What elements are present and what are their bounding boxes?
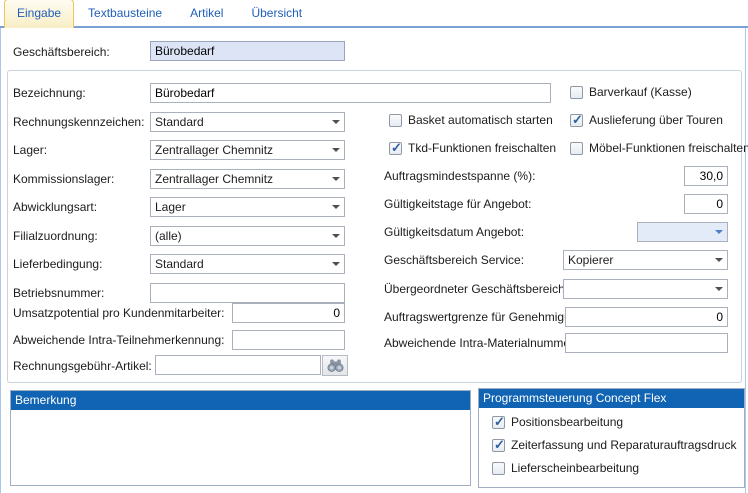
checkbox-box[interactable] xyxy=(492,462,505,475)
tab-uebersicht[interactable]: Übersicht xyxy=(237,0,316,26)
geschaeftsbereich-input[interactable] xyxy=(150,41,345,61)
checkbox-auslieferung-touren[interactable]: Auslieferung über Touren xyxy=(570,113,723,127)
bemerkung-header: Bemerkung xyxy=(11,391,470,410)
combo-value: Standard xyxy=(151,115,328,129)
tab-textbausteine[interactable]: Textbausteine xyxy=(74,0,176,26)
intra-teilnehmerkennung-input[interactable] xyxy=(232,330,345,350)
lager-label: Lager: xyxy=(13,143,47,157)
combo-value: (alle) xyxy=(151,229,328,243)
combo-value: Zentrallager Chemnitz xyxy=(151,172,328,186)
rechnungskennzeichen-combo[interactable]: Standard xyxy=(150,112,345,132)
right-border-line xyxy=(745,28,746,493)
checkbox-zeiterfassung[interactable]: Zeiterfassung und Reparaturauftragsdruck xyxy=(492,438,736,452)
tab-strip: Eingabe Textbausteine Artikel Übersicht xyxy=(0,0,748,28)
checkbox-label: Barverkauf (Kasse) xyxy=(589,85,692,99)
chevron-down-icon[interactable] xyxy=(711,251,727,269)
rechnungskennzeichen-label: Rechnungskennzeichen: xyxy=(13,115,144,129)
checkbox-box[interactable] xyxy=(570,86,583,99)
checkbox-positionsbearbeitung[interactable]: Positionsbearbeitung xyxy=(492,415,623,429)
gueltigkeitstage-label: Gültigkeitstage für Angebot: xyxy=(384,197,531,211)
filialzuordnung-label: Filialzuordnung: xyxy=(13,229,98,243)
binoculars-icon xyxy=(327,359,344,372)
rechnungsgebuehr-artikel-label: Rechnungsgebühr-Artikel: xyxy=(13,359,152,373)
checkbox-label: Auslieferung über Touren xyxy=(589,113,723,127)
checkbox-box[interactable] xyxy=(570,114,583,127)
checkbox-label: Lieferscheinbearbeitung xyxy=(511,461,639,475)
intra-teilnehmerkennung-label: Abweichende Intra-Teilnehmerkennung: xyxy=(13,333,224,347)
intra-materialnummer-input[interactable] xyxy=(565,333,728,353)
checkbox-label: Positionsbearbeitung xyxy=(511,415,623,429)
umsatzpotential-input[interactable] xyxy=(232,303,345,323)
checkbox-label: Basket automatisch starten xyxy=(408,113,553,127)
chevron-down-icon[interactable] xyxy=(328,255,344,273)
combo-value: Lager xyxy=(151,200,328,214)
combo-value: Zentrallager Chemnitz xyxy=(151,143,328,157)
checkbox-basket-automatisch[interactable]: Basket automatisch starten xyxy=(389,113,553,127)
tab-artikel[interactable]: Artikel xyxy=(176,0,237,26)
geschaeftsbereich-label: Geschäftsbereich: xyxy=(13,45,110,59)
bemerkung-content[interactable] xyxy=(11,410,470,485)
checkbox-box[interactable] xyxy=(570,142,583,155)
auftragswertgrenze-input[interactable] xyxy=(565,307,728,327)
checkbox-box[interactable] xyxy=(389,142,402,155)
abwicklungsart-combo[interactable]: Lager xyxy=(150,197,345,217)
betriebsnummer-label: Betriebsnummer: xyxy=(13,286,104,300)
combo-value: Kopierer xyxy=(564,253,711,267)
betriebsnummer-input[interactable] xyxy=(150,283,345,303)
lager-combo[interactable]: Zentrallager Chemnitz xyxy=(150,140,345,160)
checkbox-label: Zeiterfassung und Reparaturauftragsdruck xyxy=(511,438,736,452)
lieferbedingung-combo[interactable]: Standard xyxy=(150,254,345,274)
kommissionslager-combo[interactable]: Zentrallager Chemnitz xyxy=(150,169,345,189)
uebergeordneter-geschaeftsbereich-combo[interactable] xyxy=(563,279,728,299)
intra-materialnummer-label: Abweichende Intra-Materialnummer: xyxy=(384,336,577,350)
auftragsmindestspanne-label: Auftragsmindestspanne (%): xyxy=(384,169,535,183)
kommissionslager-label: Kommissionslager: xyxy=(13,172,114,186)
auftragsmindestspanne-input[interactable] xyxy=(684,166,728,186)
chevron-down-icon[interactable] xyxy=(328,227,344,245)
gueltigkeitsdatum-combo[interactable] xyxy=(637,222,728,242)
lieferbedingung-label: Lieferbedingung: xyxy=(13,257,102,271)
chevron-down-icon[interactable] xyxy=(711,280,727,298)
umsatzpotential-label: Umsatzpotential pro Kundenmitarbeiter: xyxy=(13,306,224,320)
checkbox-barverkauf[interactable]: Barverkauf (Kasse) xyxy=(570,85,692,99)
chevron-down-icon[interactable] xyxy=(328,198,344,216)
combo-value: Standard xyxy=(151,257,328,271)
programmsteuerung-header: Programmsteuerung Concept Flex xyxy=(479,389,744,408)
chevron-down-icon[interactable] xyxy=(328,170,344,188)
auftragswertgrenze-label: Auftragswertgrenze für Genehmigung xyxy=(384,310,584,324)
geschaeftsbereich-service-combo[interactable]: Kopierer xyxy=(563,250,728,270)
bezeichnung-input[interactable] xyxy=(150,83,551,103)
chevron-down-icon[interactable] xyxy=(328,141,344,159)
checkbox-box[interactable] xyxy=(492,416,505,429)
abwicklungsart-label: Abwicklungsart: xyxy=(13,200,97,214)
left-border-line xyxy=(0,28,1,493)
checkbox-label: Möbel-Funktionen freischalten xyxy=(589,141,748,155)
lookup-button[interactable] xyxy=(322,355,348,376)
checkbox-box[interactable] xyxy=(389,114,402,127)
geschaeftsbereich-service-label: Geschäftsbereich Service: xyxy=(384,253,524,267)
tab-eingabe[interactable]: Eingabe xyxy=(4,0,74,28)
checkbox-tkd-funktionen[interactable]: Tkd-Funktionen freischalten xyxy=(389,141,556,155)
checkbox-lieferscheinbearbeitung[interactable]: Lieferscheinbearbeitung xyxy=(492,461,639,475)
uebergeordneter-geschaeftsbereich-label: Übergeordneter Geschäftsbereich: xyxy=(384,282,568,296)
chevron-down-icon[interactable] xyxy=(328,113,344,131)
gueltigkeitsdatum-label: Gültigkeitsdatum Angebot: xyxy=(384,225,524,239)
chevron-down-icon[interactable] xyxy=(711,223,727,241)
gueltigkeitstage-input[interactable] xyxy=(684,194,728,214)
bezeichnung-label: Bezeichnung: xyxy=(13,86,86,100)
rechnungsgebuehr-artikel-input[interactable] xyxy=(155,355,321,375)
checkbox-label: Tkd-Funktionen freischalten xyxy=(408,141,556,155)
bemerkung-panel: Bemerkung xyxy=(10,390,471,486)
checkbox-moebel-funktionen[interactable]: Möbel-Funktionen freischalten xyxy=(570,141,748,155)
filialzuordnung-combo[interactable]: (alle) xyxy=(150,226,345,246)
checkbox-box[interactable] xyxy=(492,439,505,452)
